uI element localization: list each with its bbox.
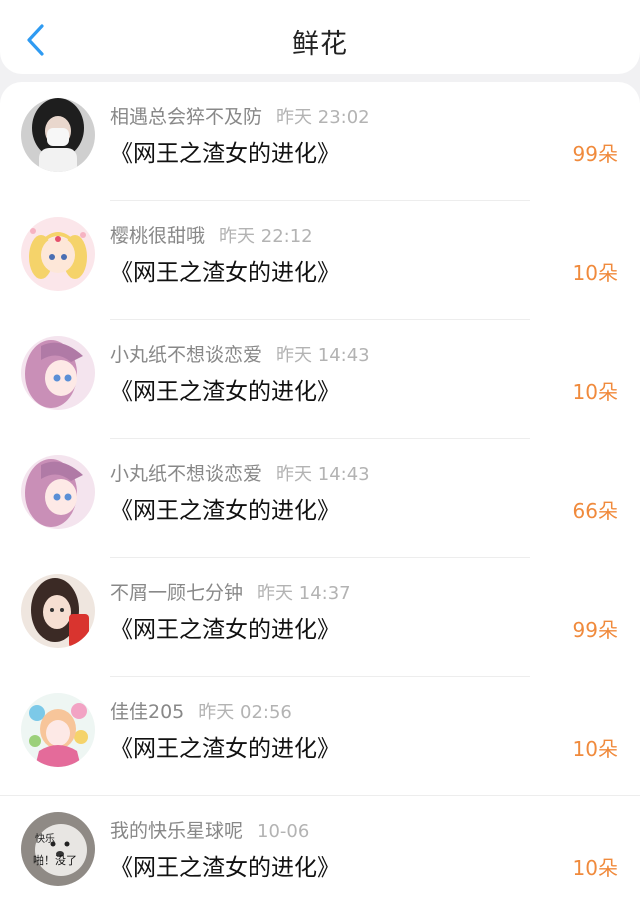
flower-count: 66朵 (572, 499, 618, 523)
timestamp: 昨天 23:02 (276, 107, 370, 128)
list-item[interactable]: 小丸纸不想谈恋爱 昨天 14:43 《网王之渣女的进化》 66朵 (0, 439, 640, 558)
sender-name: 我的快乐星球呢 (110, 820, 244, 842)
list-item[interactable]: 樱桃很甜哦 昨天 22:12 《网王之渣女的进化》 10朵 (0, 201, 640, 320)
book-title: 《网王之渣女的进化》 (110, 141, 340, 167)
flower-count: 99朵 (572, 142, 618, 166)
avatar[interactable] (21, 98, 95, 172)
timestamp: 昨天 14:43 (276, 345, 370, 366)
sender-name: 相遇总会猝不及防 (110, 106, 263, 128)
list-item[interactable]: 相遇总会猝不及防 昨天 23:02 《网王之渣女的进化》 99朵 (0, 82, 640, 201)
avatar[interactable]: 快乐 啪！没了 (21, 812, 95, 886)
book-title: 《网王之渣女的进化》 (110, 379, 340, 405)
avatar[interactable] (21, 217, 95, 291)
avatar[interactable] (21, 693, 95, 767)
list-item[interactable]: 佳佳205 昨天 02:56 《网王之渣女的进化》 10朵 (0, 677, 640, 796)
timestamp: 昨天 22:12 (219, 226, 313, 247)
timestamp: 昨天 02:56 (198, 702, 292, 723)
list-item[interactable]: 小丸纸不想谈恋爱 昨天 14:43 《网王之渣女的进化》 10朵 (0, 320, 640, 439)
book-title: 《网王之渣女的进化》 (110, 260, 340, 286)
sender-name: 小丸纸不想谈恋爱 (110, 344, 263, 366)
flower-count: 10朵 (572, 380, 618, 404)
timestamp: 昨天 14:37 (257, 583, 351, 604)
timestamp: 昨天 14:43 (276, 464, 370, 485)
sender-name: 不屑一顾七分钟 (110, 582, 244, 604)
nav-bar: 鲜花 (0, 0, 640, 74)
flower-count: 10朵 (572, 737, 618, 761)
page-title: 鲜花 (292, 29, 348, 60)
flower-count: 99朵 (572, 618, 618, 642)
list-item[interactable]: 不屑一顾七分钟 昨天 14:37 《网王之渣女的进化》 99朵 (0, 558, 640, 677)
book-title: 《网王之渣女的进化》 (110, 498, 340, 524)
book-title: 《网王之渣女的进化》 (110, 855, 340, 881)
avatar-caption: 啪！没了 (33, 853, 77, 867)
flower-count: 10朵 (572, 261, 618, 285)
sender-name: 小丸纸不想谈恋爱 (110, 463, 263, 485)
book-title: 《网王之渣女的进化》 (110, 736, 340, 762)
flower-count: 10朵 (572, 856, 618, 880)
avatar-caption: 快乐 (35, 833, 55, 845)
sender-name: 樱桃很甜哦 (110, 225, 206, 247)
avatar[interactable] (21, 574, 95, 648)
timestamp: 10-06 (257, 821, 310, 842)
list-item[interactable]: 快乐 啪！没了 我的快乐星球呢 10-06 《网王之渣女的进化》 10朵 (0, 796, 640, 908)
avatar[interactable] (21, 336, 95, 410)
avatar[interactable] (21, 455, 95, 529)
sender-name: 佳佳205 (110, 701, 185, 723)
book-title: 《网王之渣女的进化》 (110, 617, 340, 643)
flower-list: 相遇总会猝不及防 昨天 23:02 《网王之渣女的进化》 99朵 樱桃很甜哦 昨天 … (0, 82, 640, 908)
